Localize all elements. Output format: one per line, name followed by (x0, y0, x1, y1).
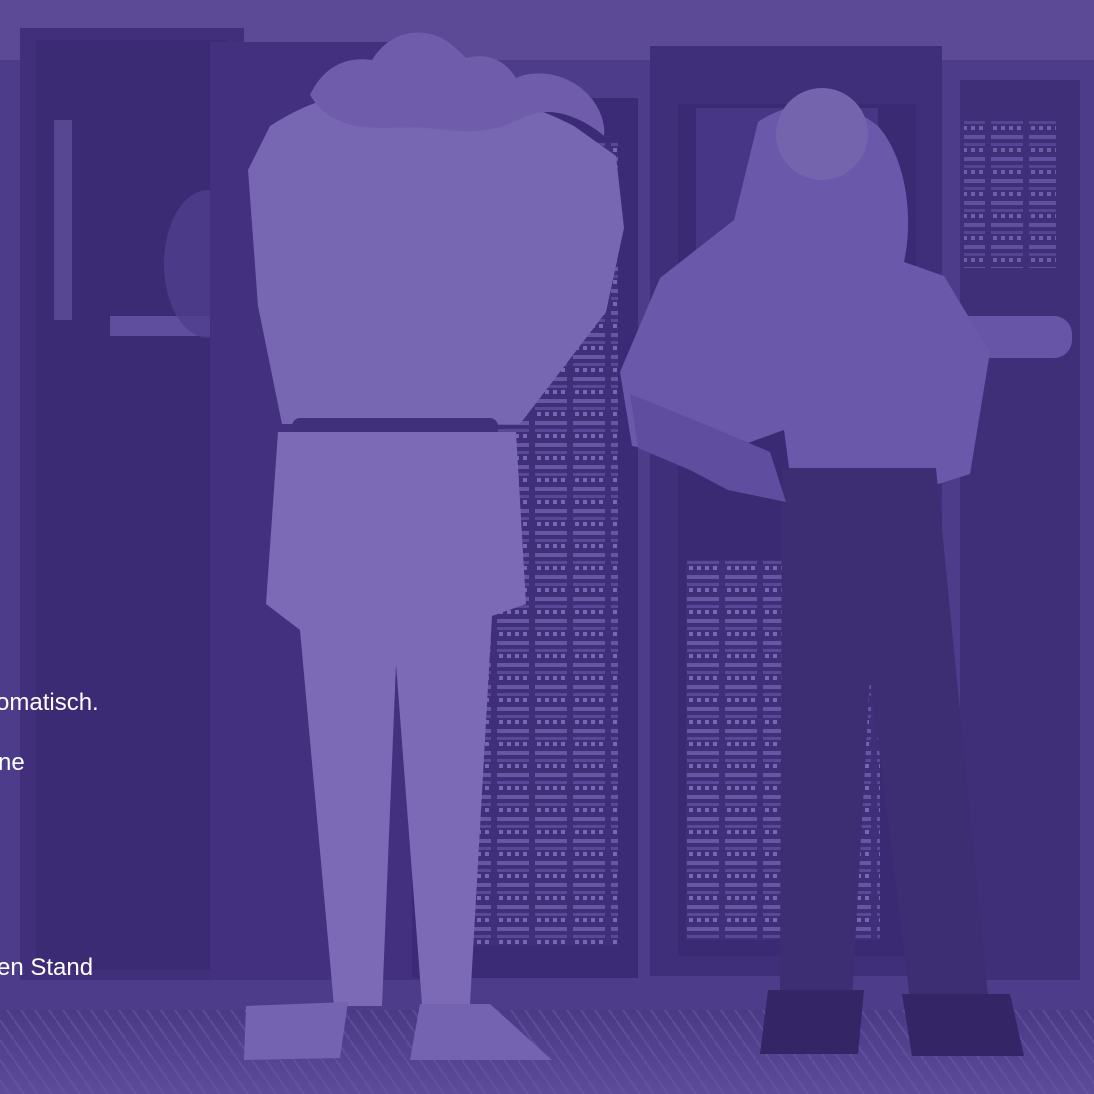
server-room-photo (0, 0, 1094, 1094)
overlay-text-line-3: en Stand (0, 954, 94, 981)
hero-image-section: omatisch. ne en Stand (0, 0, 1094, 1094)
overlay-text-line-1: omatisch. (0, 689, 99, 716)
overlay-text-line-2: ne (0, 749, 25, 776)
